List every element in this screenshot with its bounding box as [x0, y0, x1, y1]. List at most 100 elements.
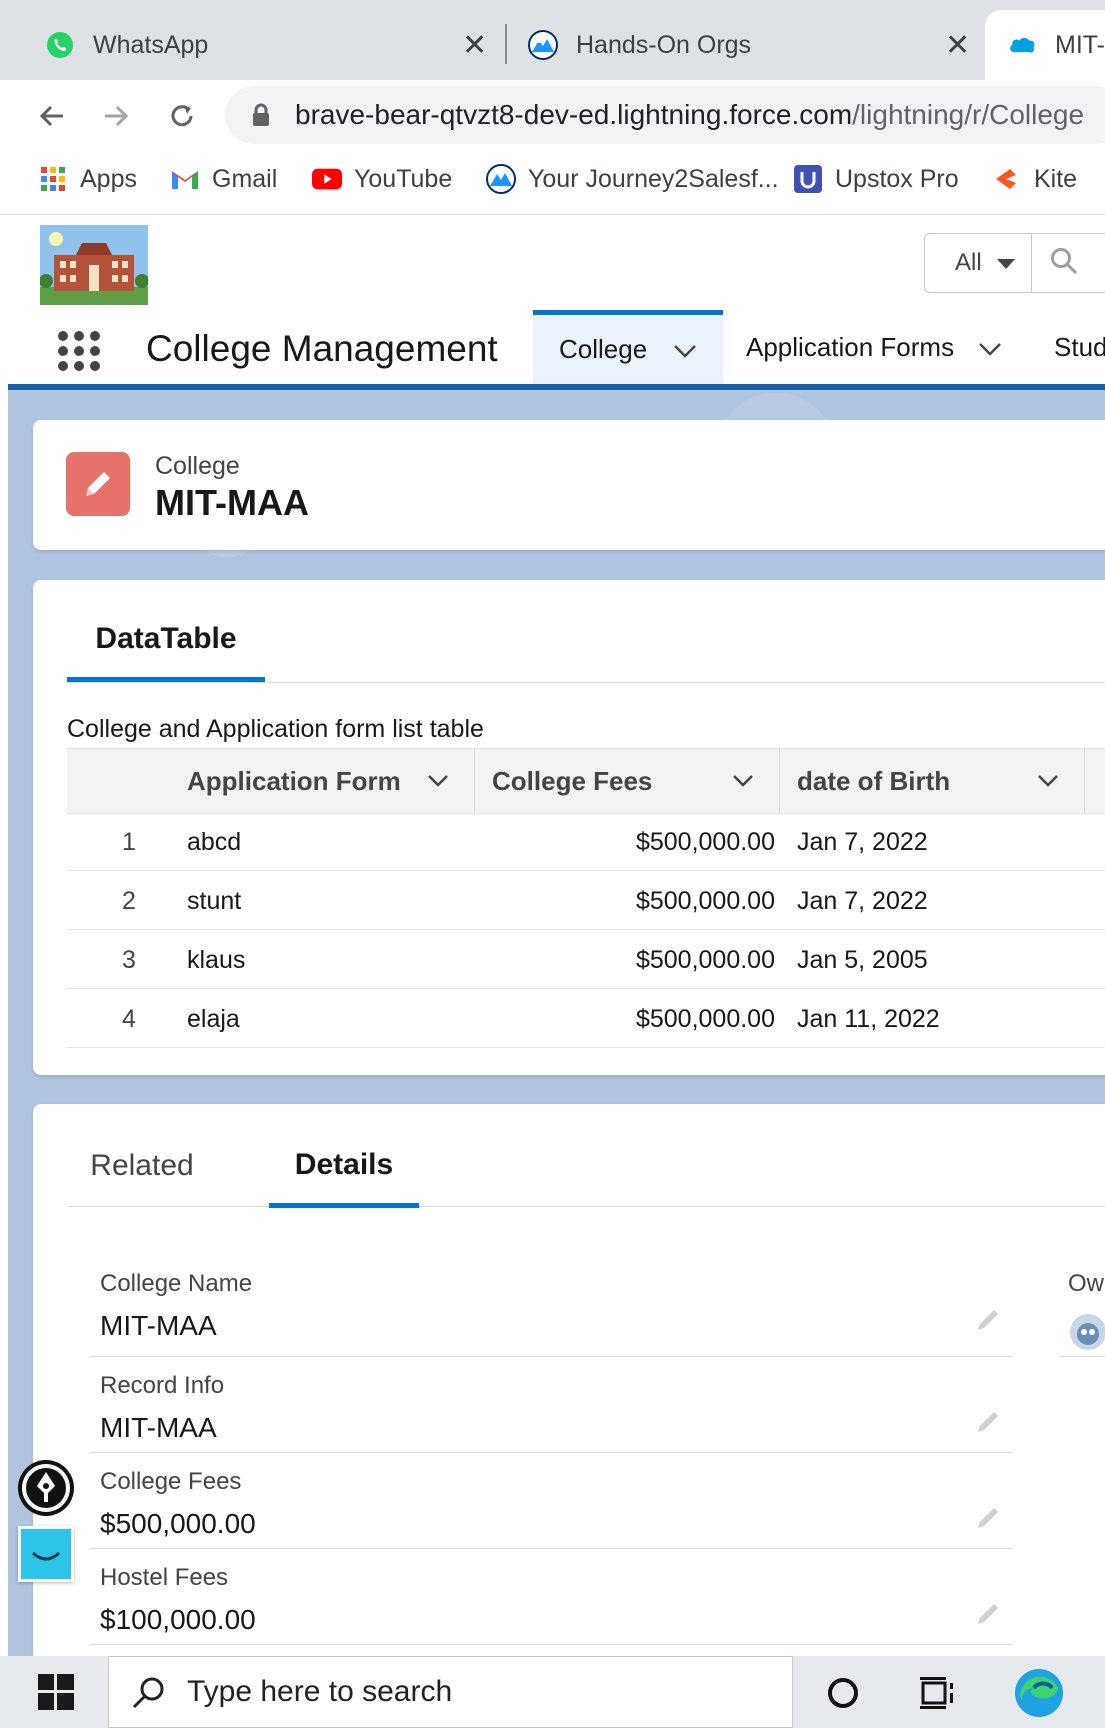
app-launcher-icon[interactable] [56, 330, 102, 377]
windows-start-icon[interactable] [38, 1674, 74, 1715]
cell-application-form: klaus [187, 946, 246, 974]
column-resize-handle[interactable] [474, 749, 475, 813]
back-arrow-icon[interactable] [30, 94, 74, 138]
nav-tab-students[interactable]: Stud [1054, 310, 1105, 384]
kite-icon [992, 164, 1022, 194]
sf-app-nav-bar: College Management College Application F… [8, 310, 1105, 390]
row-number: 2 [122, 887, 136, 915]
field-label: Record Info [100, 1372, 225, 1399]
table-row[interactable]: 3 klaus $500,000.00 Jan 5, 2005 [67, 930, 1105, 989]
browser-tab-strip: WhatsApp ✕ Hands-On Orgs ✕ MIT- [0, 0, 1105, 80]
whatsapp-icon [45, 30, 75, 60]
field-label-owner: Ow [1068, 1270, 1104, 1297]
pen-tool-icon[interactable] [18, 1460, 74, 1516]
tab-datatable[interactable]: DataTable [67, 600, 265, 682]
taskbar-search-box[interactable]: Type here to search [108, 1656, 793, 1728]
bookmark-label: Apps [80, 164, 137, 193]
nav-tab-college[interactable]: College [533, 310, 723, 384]
chevron-down-icon[interactable] [427, 768, 449, 794]
bookmarks-bar: Apps Gmail YouTube Your Journey2Salesf..… [0, 150, 1105, 215]
column-header-date-of-birth[interactable]: date of Birth [797, 749, 1097, 813]
chevron-down-icon[interactable] [732, 768, 754, 794]
record-object-icon [66, 452, 130, 516]
edit-pencil-icon[interactable] [974, 1504, 1002, 1532]
record-title: MIT-MAA [155, 482, 309, 523]
table-header-row: Application Form College Fees date of Bi… [67, 748, 1105, 814]
cell-application-form: abcd [187, 828, 242, 856]
search-icon [131, 1675, 167, 1716]
owner-avatar[interactable] [1068, 1312, 1105, 1352]
global-search-input[interactable] [1032, 233, 1105, 293]
address-bar[interactable]: brave-bear-qtvzt8-dev-ed.lightning.force… [225, 86, 1105, 144]
column-header-college-fees[interactable]: College Fees [492, 749, 787, 813]
nav-tab-application-forms[interactable]: Application Forms [746, 310, 1002, 384]
cell-college-fees: $500,000.00 [635, 1005, 775, 1033]
row-number: 1 [122, 828, 136, 856]
field-divider [90, 1356, 1012, 1357]
caret-down-icon [996, 249, 1016, 277]
url-text: brave-bear-qtvzt8-dev-ed.lightning.force… [295, 99, 1085, 130]
bookmark-upstox-pro[interactable]: Upstox Pro [793, 164, 959, 194]
table-row[interactable]: 1 abcd $500,000.00 Jan 7, 2022 [67, 812, 1105, 871]
tab-bar-divider [67, 682, 1105, 683]
app-name: College Management [146, 328, 498, 369]
field-label: College Fees [100, 1468, 242, 1495]
close-tab-icon[interactable]: ✕ [462, 28, 487, 63]
field-divider [1060, 1356, 1105, 1357]
nav-tab-label: Application Forms [746, 331, 955, 362]
cell-date-of-birth: Jan 5, 2005 [797, 946, 928, 974]
address-bar-row: brave-bear-qtvzt8-dev-ed.lightning.force… [0, 80, 1105, 150]
tab-separator [505, 24, 507, 64]
tab-details[interactable]: Details [269, 1126, 419, 1208]
cell-date-of-birth: Jan 7, 2022 [797, 828, 928, 856]
bookmark-youtube[interactable]: YouTube [312, 164, 452, 194]
bookmark-journey2salesforce[interactable]: Your Journey2Salesf... [486, 164, 779, 194]
edit-pencil-icon[interactable] [974, 1306, 1002, 1334]
edit-pencil-icon[interactable] [974, 1600, 1002, 1628]
field-value-college-name: MIT-MAA [100, 1310, 217, 1341]
browser-tab-hands-on-orgs[interactable]: Hands-On Orgs ✕ [528, 10, 970, 80]
table-row[interactable]: 4 elaja $500,000.00 Jan 11, 2022 [67, 989, 1105, 1048]
column-resize-handle[interactable] [779, 749, 780, 813]
windows-taskbar: Type here to search [0, 1656, 1105, 1728]
bookmark-kite[interactable]: Kite [992, 164, 1077, 194]
chevron-down-icon[interactable] [978, 332, 1002, 363]
smile-widget-icon[interactable] [18, 1526, 74, 1582]
cell-application-form: stunt [187, 887, 242, 915]
org-logo[interactable] [39, 225, 149, 305]
reload-icon[interactable] [160, 94, 204, 138]
column-resize-handle[interactable] [1084, 749, 1085, 813]
row-number: 4 [122, 1005, 136, 1033]
edit-pencil-icon[interactable] [974, 1408, 1002, 1436]
forward-arrow-icon[interactable] [94, 94, 138, 138]
close-tab-icon[interactable]: ✕ [945, 28, 970, 63]
edge-browser-icon[interactable] [1012, 1666, 1066, 1725]
browser-tab-title: Hands-On Orgs [576, 30, 752, 59]
trailhead-icon [486, 164, 516, 194]
bookmark-label: YouTube [354, 164, 453, 193]
cortana-icon[interactable] [826, 1676, 860, 1715]
tab-related[interactable]: Related [67, 1126, 217, 1206]
bookmark-gmail[interactable]: Gmail [170, 164, 277, 194]
table-row[interactable]: 2 stunt $500,000.00 Jan 7, 2022 [67, 871, 1105, 930]
search-scope-dropdown[interactable]: All [924, 233, 1032, 293]
table-caption: College and Application form list table [67, 715, 484, 743]
column-header-application-form[interactable]: Application Form [187, 749, 477, 813]
browser-tab-title: WhatsApp [93, 30, 209, 59]
task-view-icon[interactable] [920, 1676, 956, 1715]
cell-college-fees: $500,000.00 [635, 946, 775, 974]
browser-tab-title: MIT- [1055, 30, 1105, 59]
column-header-label: College Fees [492, 765, 653, 796]
row-number: 3 [122, 946, 136, 974]
bookmark-label: Gmail [212, 164, 278, 193]
cell-date-of-birth: Jan 11, 2022 [797, 1005, 940, 1033]
chevron-down-icon[interactable] [1037, 768, 1059, 794]
upstox-icon [793, 164, 823, 194]
browser-tab-active-record[interactable]: MIT- [985, 10, 1105, 80]
youtube-icon [312, 164, 342, 194]
field-label: College Name [100, 1270, 253, 1297]
nav-tab-label: Stud [1054, 331, 1105, 362]
browser-tab-whatsapp[interactable]: WhatsApp ✕ [45, 10, 487, 80]
bookmark-apps[interactable]: Apps [38, 164, 137, 194]
chevron-down-icon[interactable] [673, 334, 697, 365]
